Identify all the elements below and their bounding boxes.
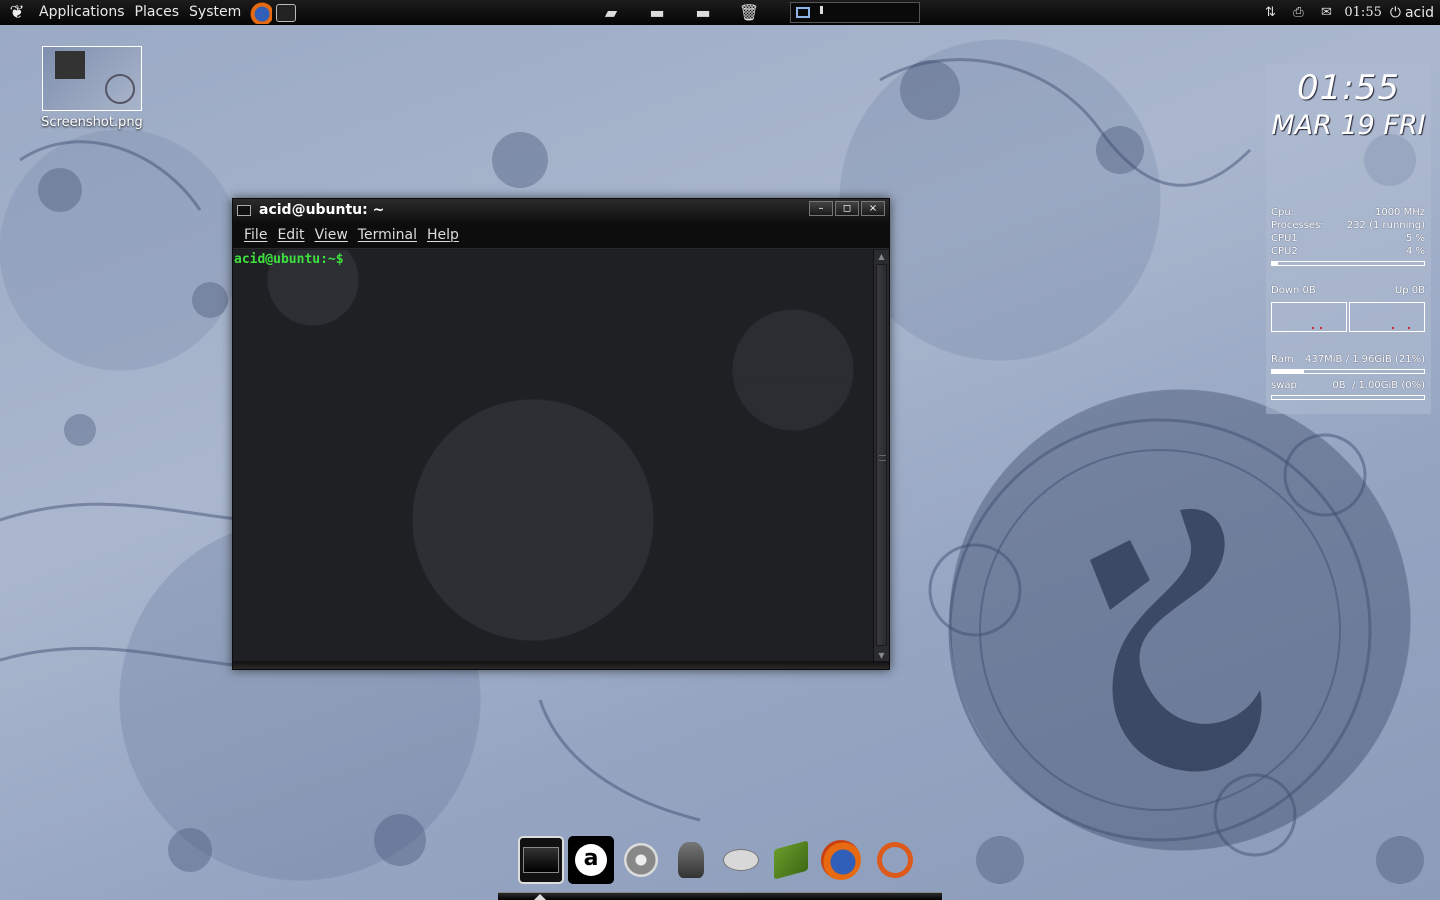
download-graph [1271, 302, 1347, 332]
media-player-icon[interactable] [618, 836, 664, 884]
ram-label: Ram [1271, 354, 1294, 365]
swap-value: / 1.00GiB (0%) [1351, 380, 1425, 391]
places-menu[interactable]: Places [130, 0, 185, 25]
application-dock: a [498, 832, 942, 900]
maximize-button[interactable]: ◻ [835, 201, 859, 216]
upload-label: Up 0B [1394, 285, 1425, 296]
user-name-label: acid [1404, 4, 1434, 21]
gimp-icon[interactable] [718, 836, 764, 884]
ubuntu-icon[interactable] [872, 836, 918, 884]
processes-value: 232 (1 running) [1346, 220, 1425, 231]
scroll-up-arrow-icon[interactable]: ▲ [876, 252, 887, 261]
drive-icon[interactable]: ▬ [692, 3, 714, 23]
menu-help[interactable]: Help [422, 227, 464, 243]
menu-terminal[interactable]: Terminal [353, 227, 422, 243]
avant-icon[interactable]: a [568, 836, 614, 884]
power-icon: ⏻ [1389, 4, 1401, 21]
drive-icon[interactable]: ▰ [600, 3, 622, 23]
minimize-button[interactable]: – [809, 201, 833, 216]
drive-icon[interactable]: ▬ [646, 3, 668, 23]
ram-value: 437MiB / 1.96GiB (21%) [1305, 354, 1425, 365]
gnome-foot-icon[interactable]: ❦ [6, 2, 28, 24]
processes-row: Processes: 232 (1 running) [1271, 220, 1425, 231]
system-tray: ⇅ ⎙ ✉ 01:55 ⏻ acid [1260, 0, 1434, 25]
workspace-selected[interactable] [796, 7, 810, 18]
workspace-window-thumb [820, 6, 823, 14]
drive-launchers: ▰ ▬ ▬ 🗑 [600, 0, 784, 25]
cpu1-row: CPU1 5 % [1271, 233, 1425, 244]
cpu-usage-bar [1271, 261, 1425, 266]
menu-file[interactable]: File [239, 227, 272, 243]
terminal-content[interactable]: acid@ubuntu:~$ [233, 250, 873, 662]
cpu1-value: 5 % [1405, 233, 1425, 244]
cpu2-row: CPU2 4 % [1271, 246, 1425, 257]
window-controls: – ◻ × [809, 201, 885, 216]
cpu-freq-row: Cpu: 1000 MHz [1271, 207, 1425, 218]
download-label: Down 0B [1271, 285, 1316, 296]
terminal-icon[interactable] [276, 3, 297, 22]
terminal-window[interactable]: acid@ubuntu: ~ – ◻ × File Edit View Term… [232, 198, 890, 670]
desktop-file-label: Screenshot.png [41, 115, 143, 130]
ram-row: Ram 437MiB / 1.96GiB (21%) [1271, 354, 1425, 365]
dock-shelf [498, 892, 942, 900]
ram-usage-bar [1271, 369, 1425, 374]
scrollbar-thumb[interactable] [876, 264, 887, 646]
cpu-usage-fill [1272, 262, 1279, 265]
monitor-time: 01:55 [1297, 68, 1400, 108]
monitor-date: MAR 19 FRI [1271, 110, 1426, 141]
firefox-icon[interactable] [818, 836, 864, 884]
swap-usage-bar [1271, 395, 1425, 400]
cpu-value: 1000 MHz [1374, 207, 1425, 218]
window-titlebar[interactable]: acid@ubuntu: ~ – ◻ × [233, 199, 889, 221]
swap-details: 0B / 1.00GiB (0%) [1332, 380, 1425, 391]
menu-edit[interactable]: Edit [272, 227, 309, 243]
book-icon[interactable] [768, 836, 814, 884]
menu-view[interactable]: View [310, 227, 353, 243]
swap-used: 0B [1332, 380, 1346, 391]
top-panel: ❦ Applications Places System ▰ ▬ ▬ 🗑 ⇅ ⎙… [0, 0, 1440, 25]
user-menu[interactable]: ⏻ acid [1390, 5, 1434, 21]
system-menu[interactable]: System [184, 0, 246, 25]
network-icon[interactable]: ⇅ [1260, 5, 1280, 21]
window-title: acid@ubuntu: ~ [259, 202, 385, 218]
printer-icon[interactable]: ⎙ [1288, 5, 1308, 21]
mascot-icon[interactable] [668, 836, 714, 884]
cpu2-label: CPU2 [1271, 246, 1298, 257]
swap-row: swap 0B / 1.00GiB (0%) [1271, 380, 1425, 391]
applications-menu[interactable]: Applications [34, 0, 130, 25]
trash-icon[interactable]: 🗑 [738, 3, 760, 23]
terminal-title-icon [237, 204, 251, 216]
close-button[interactable]: × [861, 201, 885, 216]
mail-icon[interactable]: ✉ [1316, 5, 1336, 21]
desktop-file-screenshot[interactable]: Screenshot.png [40, 46, 144, 130]
terminal-icon[interactable] [518, 836, 564, 884]
swap-label: swap [1271, 380, 1297, 391]
shell-prompt: acid@ubuntu:~$ [234, 252, 344, 267]
ram-usage-fill [1272, 370, 1304, 373]
cpu2-value: 4 % [1405, 246, 1425, 257]
cpu-label: Cpu: [1271, 207, 1295, 218]
scroll-down-arrow-icon[interactable]: ▼ [876, 651, 887, 660]
firefox-icon[interactable] [250, 1, 273, 24]
network-row: Down 0B Up 0B [1271, 285, 1425, 296]
workspace-switcher[interactable] [790, 2, 920, 23]
window-bottom-border [233, 661, 889, 669]
panel-menus: ❦ Applications Places System [0, 0, 297, 25]
terminal-menubar: File Edit View Terminal Help [233, 221, 889, 249]
upload-graph [1349, 302, 1425, 332]
cpu1-label: CPU1 [1271, 233, 1298, 244]
image-thumbnail-icon [42, 46, 142, 111]
panel-clock[interactable]: 01:55 [1344, 5, 1381, 20]
terminal-scrollbar[interactable]: ▲ ▼ [873, 250, 889, 662]
processes-label: Processes: [1271, 220, 1324, 231]
system-monitor-widget: 01:55 MAR 19 FRI Cpu: 1000 MHz Processes… [1266, 64, 1431, 414]
